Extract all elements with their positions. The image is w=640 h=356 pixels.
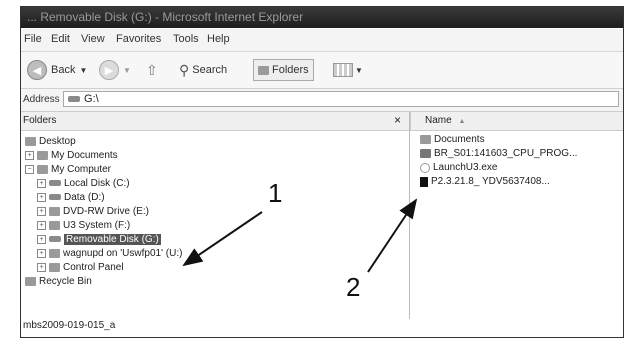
annotation-label-2: 2 [346, 272, 361, 302]
annotation-arrow-1 [182, 211, 263, 267]
annotation-layer [182, 198, 418, 273]
annotation-label-1: 1 [268, 178, 283, 208]
annotation-arrow-2 [367, 198, 418, 273]
